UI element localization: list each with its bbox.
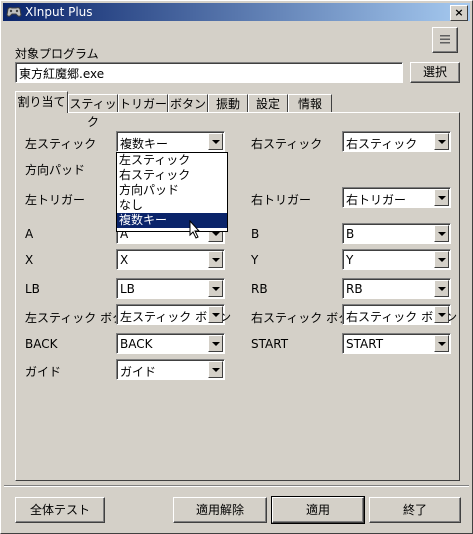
chevron-down-icon[interactable] <box>434 225 449 242</box>
program-label: 対象プログラム <box>15 47 99 61</box>
chevron-down-icon[interactable] <box>434 280 449 297</box>
main-window: XInput Plus × 対象プログラム 東方紅魔郷.exe 選択 割り当て … <box>0 0 473 534</box>
ls-button-select[interactable]: 左スティック ボタン <box>116 304 231 325</box>
right-trigger-select[interactable]: 右トリガー <box>342 187 451 208</box>
tab-trigger[interactable]: トリガー <box>118 94 168 112</box>
footer-separator <box>4 485 469 487</box>
left-stick-select[interactable]: 複数キー <box>116 131 225 152</box>
guide-select[interactable]: ガイド <box>116 359 225 380</box>
x-select[interactable]: X <box>116 249 225 270</box>
mouse-cursor-icon <box>189 220 201 239</box>
tab-settings[interactable]: 設定 <box>248 94 288 112</box>
back-label: BACK <box>25 337 58 351</box>
chevron-down-icon[interactable] <box>208 306 223 323</box>
rb-select[interactable]: RB <box>342 278 451 299</box>
chevron-down-icon[interactable] <box>434 189 449 206</box>
right-stick-label: 右スティック <box>251 137 323 151</box>
dropdown-item[interactable]: なし <box>117 198 227 213</box>
lb-select[interactable]: LB <box>116 278 225 299</box>
chevron-down-icon[interactable] <box>434 306 449 323</box>
window-title: XInput Plus <box>25 5 93 19</box>
dropdown-item[interactable]: 方向パッド <box>117 183 227 198</box>
tab-button[interactable]: ボタン <box>168 94 208 112</box>
chevron-down-icon[interactable] <box>434 251 449 268</box>
y-label: Y <box>251 253 259 267</box>
y-select[interactable]: Y <box>342 249 451 270</box>
chevron-down-icon[interactable] <box>434 133 449 150</box>
back-select[interactable]: BACK <box>116 333 225 354</box>
dpad-label: 方向パッド <box>25 163 86 177</box>
unapply-button[interactable]: 適用解除 <box>173 497 267 523</box>
select-button[interactable]: 選択 <box>410 62 460 83</box>
lb-label: LB <box>25 282 40 296</box>
guide-label: ガイド <box>25 365 62 379</box>
left-stick-dropdown-list: 左スティック 右スティック 方向パッド なし 複数キー <box>116 152 228 232</box>
program-path-input[interactable]: 東方紅魔郷.exe <box>15 62 403 83</box>
rs-button-select[interactable]: 右スティック ボタン <box>342 304 457 325</box>
chevron-down-icon[interactable] <box>208 335 223 352</box>
test-all-button[interactable]: 全体テスト <box>15 497 105 523</box>
chevron-down-icon[interactable] <box>208 361 223 378</box>
x-label: X <box>25 253 34 267</box>
dropdown-item[interactable]: 右スティック <box>117 168 227 183</box>
b-select[interactable]: B <box>342 223 451 244</box>
rb-label: RB <box>251 282 268 296</box>
start-select[interactable]: START <box>342 333 451 354</box>
gamepad-icon <box>6 7 22 17</box>
apply-button[interactable]: 適用 <box>271 496 365 524</box>
dropdown-item[interactable]: 左スティック <box>117 153 227 168</box>
right-trigger-label: 右トリガー <box>251 193 312 207</box>
chevron-down-icon[interactable] <box>208 280 223 297</box>
title-bar[interactable]: XInput Plus × <box>3 3 470 21</box>
b-label: B <box>251 227 260 241</box>
exit-button[interactable]: 終了 <box>369 497 461 523</box>
chevron-down-icon[interactable] <box>208 251 223 268</box>
a-label: A <box>25 227 34 241</box>
close-button[interactable]: × <box>450 5 468 21</box>
menu-button[interactable] <box>432 27 458 53</box>
chevron-down-icon[interactable] <box>434 335 449 352</box>
left-stick-label: 左スティック <box>25 137 97 151</box>
dropdown-item-selected[interactable]: 複数キー <box>117 213 227 228</box>
chevron-down-icon[interactable] <box>208 133 223 150</box>
left-trigger-label: 左トリガー <box>25 193 86 207</box>
tab-info[interactable]: 情報 <box>288 94 332 112</box>
tab-assign[interactable]: 割り当て <box>15 91 68 113</box>
menu-icon <box>440 35 450 44</box>
tab-vibration[interactable]: 振動 <box>208 94 248 112</box>
right-stick-select[interactable]: 右スティック <box>342 131 451 152</box>
tab-stick[interactable]: スティック <box>68 94 118 129</box>
start-label: START <box>251 337 289 351</box>
